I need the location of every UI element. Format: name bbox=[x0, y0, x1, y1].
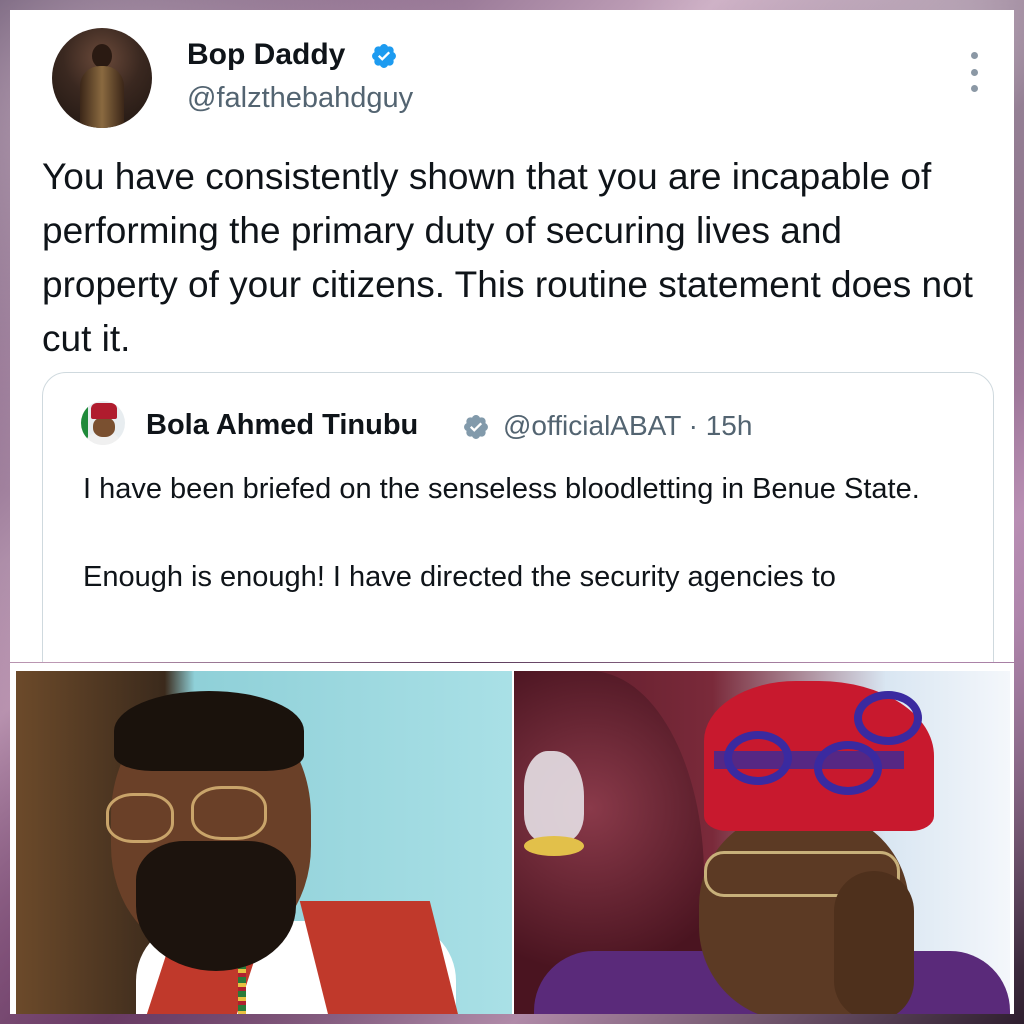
more-options-icon[interactable] bbox=[968, 52, 980, 92]
author-handle[interactable]: @falzthebahdguy bbox=[187, 82, 413, 115]
quoted-tweet-card[interactable]: Bola Ahmed Tinubu @officialABAT · 15h I … bbox=[42, 372, 994, 662]
verified-badge-icon bbox=[372, 44, 396, 68]
quoted-paragraph-1: I have been briefed on the senseless blo… bbox=[83, 473, 920, 505]
quoted-paragraph-2: Enough is enough! I have directed the se… bbox=[83, 561, 836, 593]
tweet-card[interactable]: Bop Daddy @falzthebahdguy You have consi… bbox=[10, 10, 1014, 662]
tweet-text: You have consistently shown that you are… bbox=[42, 156, 973, 359]
quoted-tweet-text: I have been briefed on the senseless blo… bbox=[83, 467, 983, 599]
portrait-photo-right bbox=[514, 671, 1010, 1014]
quoted-author-avatar[interactable] bbox=[81, 401, 125, 445]
quoted-author-handle[interactable]: @officialABAT · 15h bbox=[503, 410, 752, 442]
author-name[interactable]: Bop Daddy bbox=[187, 38, 345, 72]
quoted-author-name[interactable]: Bola Ahmed Tinubu bbox=[146, 409, 418, 442]
verified-badge-gray-icon bbox=[464, 415, 488, 439]
author-avatar[interactable] bbox=[52, 28, 152, 128]
portrait-photo-left bbox=[16, 671, 512, 1014]
photo-strip bbox=[10, 663, 1014, 1014]
